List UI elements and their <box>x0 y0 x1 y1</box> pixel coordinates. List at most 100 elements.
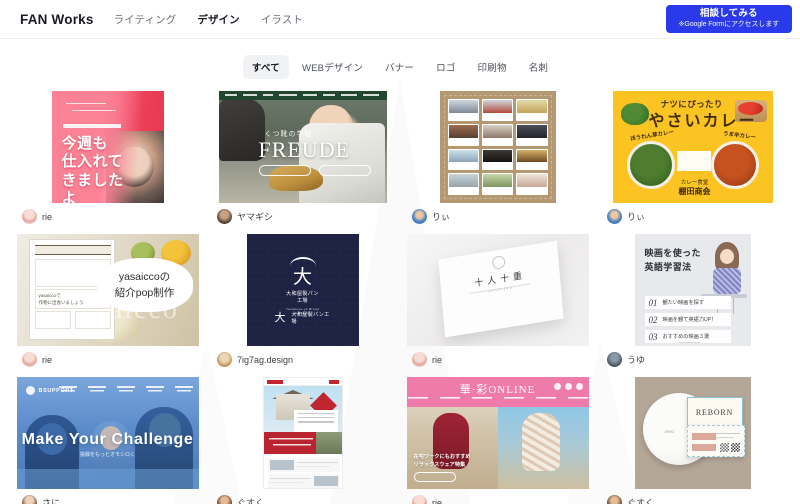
gallery-card[interactable]: くつ靴の学校 FREUDE ヤマギシ <box>209 91 396 234</box>
work-thumbnail-infographic-english[interactable]: 映画を使った 英語学習法 01 観たい映画を探す 02 映画を観て英語力UP！ … <box>634 234 751 346</box>
gallery-card[interactable]: 映画を使った 英語学習法 01 観たい映画を探す 02 映画を観て英語力UP！ … <box>599 234 786 377</box>
work-thumbnail-business-card-reborn[interactable]: reed. REBORN <box>634 377 751 489</box>
infographic-title: 映画を使った 英語学習法 <box>645 247 701 275</box>
author-name[interactable]: rie <box>432 355 442 365</box>
nav-item-illustration[interactable]: イラスト <box>261 12 303 27</box>
photo-card <box>481 99 514 121</box>
thumbnail-wrap: くつ靴の学校 FREUDE <box>209 91 396 203</box>
filter-chip-banner[interactable]: バナー <box>376 55 423 79</box>
gallery-card[interactable]: ぐすく <box>209 377 396 504</box>
cart-icon <box>575 383 583 390</box>
avatar <box>607 495 622 504</box>
work-thumbnail-website-freude[interactable]: くつ靴の学校 FREUDE <box>218 91 387 203</box>
card-meta: ヤマギシ <box>209 203 273 234</box>
logo-caption-inline: 大和屋製パン工場 <box>291 312 330 325</box>
band-script-text <box>268 436 319 448</box>
card-meta: りぃ <box>404 203 450 234</box>
photo-card <box>447 123 479 146</box>
filter-chip-webdesign[interactable]: WEBデザイン <box>293 55 372 79</box>
logo-kanji: 大 <box>292 267 312 288</box>
gallery-card[interactable]: りぃ <box>404 91 591 234</box>
thumbnail-wrap: yasaicco yasaiccoで作物に出会いましょう yasaiccoの 紹… <box>14 234 201 346</box>
banner-script-text <box>65 100 128 116</box>
filter-chip-all[interactable]: すべて <box>242 55 289 79</box>
gallery-card[interactable]: 華·彩ONLINE 在宅ワークにもおすすめ リラックスウェア特集 rie <box>404 377 591 504</box>
gallery-card[interactable]: 今週も 仕入れて きましたよ rie <box>14 91 201 234</box>
work-thumbnail-website-red-housing[interactable] <box>262 377 343 489</box>
author-name[interactable]: rie <box>432 498 442 504</box>
card-meta: rie <box>404 346 442 377</box>
filter-chip-print[interactable]: 印刷物 <box>469 55 516 79</box>
corporate-logo-icon <box>25 386 35 395</box>
work-thumbnail-business-card-white[interactable]: 十人十重 juninjuu <box>406 234 589 346</box>
gallery-card[interactable]: BSUPPORT Make Your Challenge 挑戦をもっとオモシロく… <box>14 377 201 504</box>
author-name[interactable]: りぃ <box>432 210 450 223</box>
avatar <box>22 209 37 224</box>
author-name[interactable]: 7ig7ag.design <box>237 355 293 365</box>
pop-sheet-note: yasaiccoで 作物に出会いましょう <box>38 293 84 305</box>
avatar <box>607 209 622 224</box>
pop-sheet-box-4 <box>74 311 111 329</box>
photo-card <box>516 123 548 146</box>
author-name[interactable]: ぐすく <box>237 496 264 504</box>
card-meta: さに <box>14 489 60 504</box>
band-photo <box>315 432 342 454</box>
card-meta: rie <box>14 203 52 234</box>
row-text <box>269 476 311 486</box>
thumbnail-wrap: BSUPPORT Make Your Challenge 挑戦をもっとオモシロく <box>14 377 201 489</box>
filter-chip-businesscard[interactable]: 名刺 <box>520 55 557 79</box>
photo-card <box>481 123 514 146</box>
thumbnail-wrap <box>209 377 396 489</box>
site-logo-mark <box>266 380 283 384</box>
author-name[interactable]: うゆ <box>627 353 645 366</box>
gallery-card[interactable]: 大 大和屋製パン工場 Yamatoya-ya Bread & Bakery 大 … <box>209 234 396 377</box>
card-text-lines <box>715 432 740 441</box>
fashion-site-logo: 華·彩ONLINE <box>459 384 536 396</box>
avatar <box>412 495 427 504</box>
author-name[interactable]: rie <box>42 212 52 222</box>
gallery-card[interactable]: 十人十重 juninjuu rie <box>404 234 591 377</box>
fashion-hero-caption: 在宅ワークにもおすすめ リラックスウェア特集 <box>414 453 471 470</box>
filter-chip-logo[interactable]: ロゴ <box>427 55 464 79</box>
photo-card <box>447 99 479 121</box>
author-name[interactable]: さに <box>42 496 60 504</box>
photo-card <box>447 148 479 171</box>
avatar <box>217 209 232 224</box>
gallery-card[interactable]: ナツにぴったり やさいカレー ほうれん草カレー うま辛カレー カレー食堂 棚田商… <box>599 91 786 234</box>
fashion-hero-button <box>413 472 456 482</box>
work-thumbnail-website-fashion-pink[interactable]: 華·彩ONLINE 在宅ワークにもおすすめ リラックスウェア特集 <box>406 377 589 489</box>
qr-code-1 <box>719 443 729 452</box>
fashion-caption-line2: リラックスウェア特集 <box>413 462 466 469</box>
consult-button[interactable]: 相談してみる ※Google Formにアクセスします <box>665 4 792 34</box>
author-name[interactable]: rie <box>42 355 52 365</box>
nav-item-writing[interactable]: ライティング <box>114 12 177 27</box>
photo-card <box>447 173 479 195</box>
gallery-card[interactable]: yasaicco yasaiccoで作物に出会いましょう yasaiccoの 紹… <box>14 234 201 377</box>
stamp-1 <box>691 433 716 440</box>
thumbnail-wrap: 大 大和屋製パン工場 Yamatoya-ya Bread & Bakery 大 … <box>209 234 396 346</box>
card-meta: rie <box>404 489 442 504</box>
site-logo[interactable]: FAN Works <box>20 12 94 27</box>
hero-text-panel <box>293 410 338 432</box>
site-content-row <box>267 458 340 472</box>
pop-sheet-header <box>34 245 111 255</box>
work-thumbnail-photo-grid[interactable] <box>439 91 556 203</box>
avatar <box>217 352 232 367</box>
nav-item-design[interactable]: デザイン <box>197 12 239 27</box>
logo-arch-shape <box>289 257 316 266</box>
work-thumbnail-logo-navy[interactable]: 大 大和屋製パン工場 Yamatoya-ya Bread & Bakery 大 … <box>246 234 359 346</box>
author-name[interactable]: りぃ <box>627 210 645 223</box>
work-thumbnail-banner-pink[interactable]: 今週も 仕入れて きましたよ <box>51 91 164 203</box>
illustration-body <box>712 268 741 294</box>
work-thumbnail-flyer-curry[interactable]: ナツにぴったり やさいカレー ほうれん草カレー うま辛カレー カレー食堂 棚田商… <box>612 91 773 203</box>
work-thumbnail-pop-yasaicco[interactable]: yasaicco yasaiccoで作物に出会いましょう yasaiccoの 紹… <box>16 234 199 346</box>
work-thumbnail-website-corporate-blue[interactable]: BSUPPORT Make Your Challenge 挑戦をもっとオモシロく <box>16 377 199 489</box>
avatar <box>217 495 232 504</box>
photo-grid-inner <box>443 95 552 199</box>
logo-kanji-small: 大 <box>274 311 286 324</box>
curry-bowl-green <box>626 141 675 189</box>
gallery-card[interactable]: reed. REBORN ぐすく <box>599 377 786 504</box>
author-name[interactable]: ぐすく <box>627 496 654 504</box>
pop-sheet-box-3 <box>34 311 71 329</box>
author-name[interactable]: ヤマギシ <box>237 210 273 223</box>
